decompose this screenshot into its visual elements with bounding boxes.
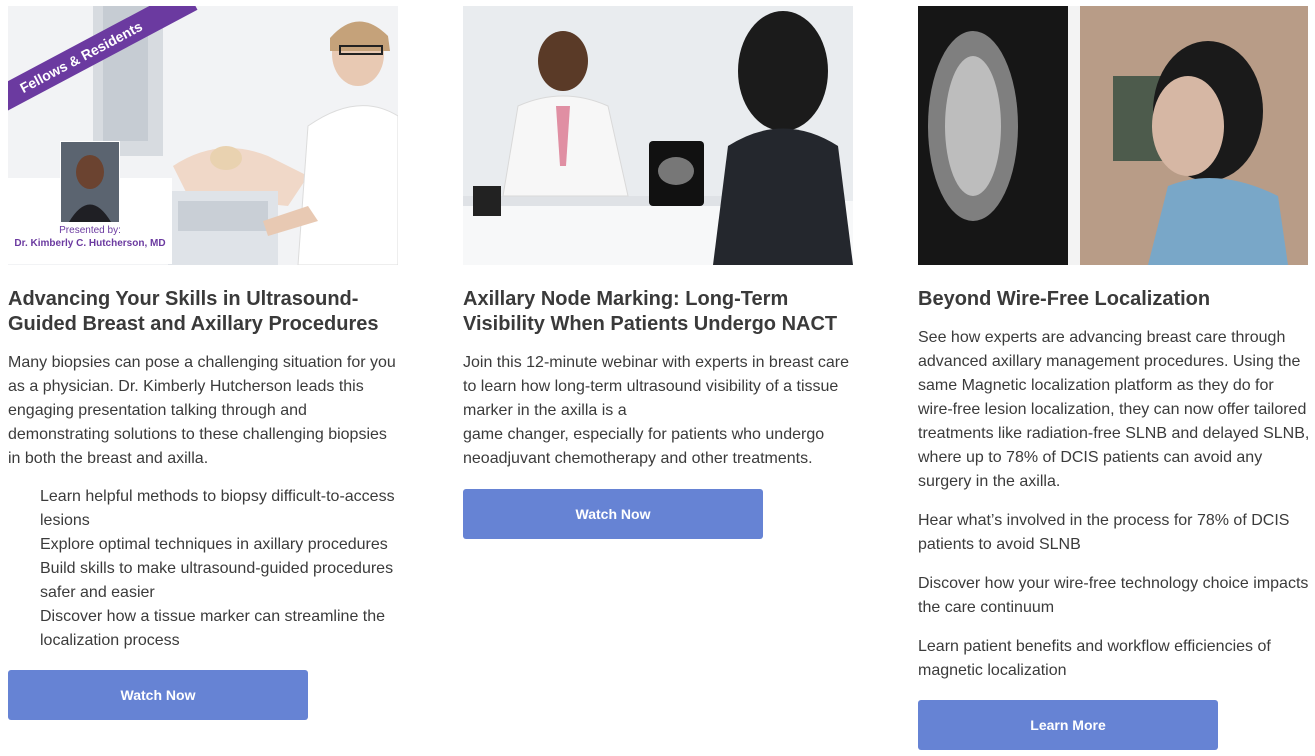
webinar-card-axillary-node: Axillary Node Marking: Long-Term Visibil…	[463, 6, 858, 539]
card-title: Advancing Your Skills in Ultrasound-Guid…	[8, 288, 379, 335]
presenter-name: Dr. Kimberly C. Hutcherson, MD	[14, 238, 166, 249]
card-paragraph: See how experts are advancing breast car…	[918, 329, 1310, 490]
card-paragraph: Learn patient benefits and workflow effi…	[918, 638, 1271, 679]
description-line: Join this 12-minute webinar with experts…	[463, 354, 849, 419]
card-image-ultrasound[interactable]: Fellows & Residents Presented by: Dr. Ki…	[8, 6, 398, 265]
webinar-card-ultrasound-skills: Fellows & Residents Presented by: Dr. Ki…	[8, 6, 403, 720]
card-image-mammogram[interactable]	[918, 6, 1308, 265]
watch-now-button[interactable]: Watch Now	[8, 670, 308, 720]
consultation-scene-illustration	[463, 6, 853, 265]
webinar-card-wire-free: Beyond Wire-Free Localization See how ex…	[918, 6, 1310, 750]
presented-by-label: Presented by:	[59, 225, 121, 236]
card-description: Many biopsies can pose a challenging sit…	[8, 354, 396, 467]
card-paragraph: Hear what’s involved in the process for …	[918, 512, 1290, 553]
mammogram-scene-illustration	[918, 6, 1308, 265]
list-item: Explore optimal techniques in axillary p…	[40, 536, 388, 553]
description-line: game changer, especially for patients wh…	[463, 426, 825, 467]
card-image-consultation[interactable]	[463, 6, 853, 265]
webinar-cards: Fellows & Residents Presented by: Dr. Ki…	[0, 0, 1315, 756]
benefit-list: Learn helpful methods to biopsy difficul…	[8, 485, 403, 653]
list-item: Build skills to make ultrasound-guided p…	[40, 560, 394, 601]
card-title: Axillary Node Marking: Long-Term Visibil…	[463, 288, 838, 335]
card-title: Beyond Wire-Free Localization	[918, 288, 1211, 310]
card-description: Join this 12-minute webinar with experts…	[463, 351, 858, 471]
list-item: Discover how a tissue marker can streaml…	[40, 608, 386, 649]
presenter-photo	[60, 141, 120, 223]
card-paragraph: Discover how your wire-free technology c…	[918, 575, 1309, 616]
list-item: Learn helpful methods to biopsy difficul…	[40, 488, 395, 529]
learn-more-button[interactable]: Learn More	[918, 700, 1218, 750]
watch-now-button[interactable]: Watch Now	[463, 489, 763, 539]
